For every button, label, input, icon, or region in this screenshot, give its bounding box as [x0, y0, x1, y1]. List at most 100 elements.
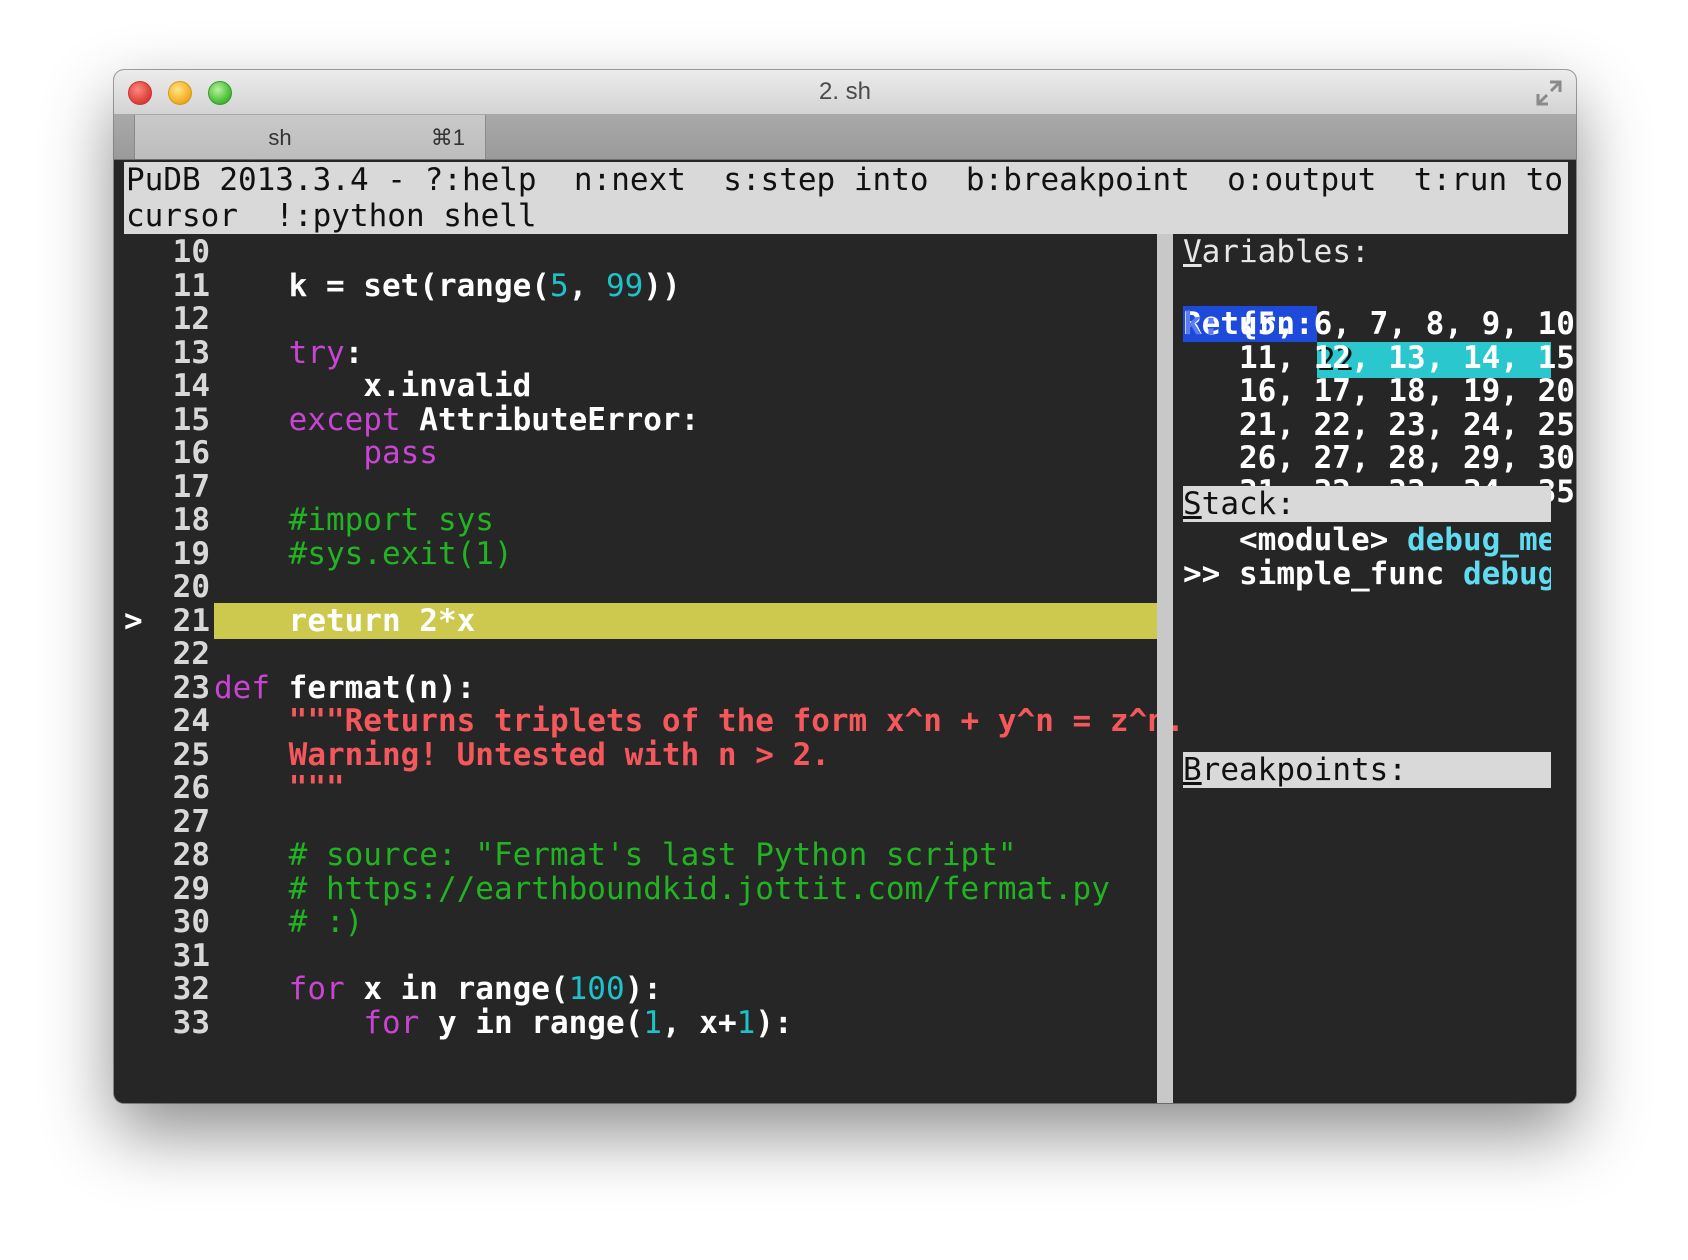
breakpoints-list[interactable]	[1183, 788, 1551, 1088]
line-number: 32	[172, 971, 210, 1007]
stack-frame[interactable]: >> simple_func debug_m	[1183, 556, 1551, 592]
code-line[interactable]: 29 # https://earthboundkid.jottit.com/fe…	[114, 871, 1157, 907]
line-source: for x in range(100):	[288, 971, 662, 1007]
frame-function: <module>	[1239, 522, 1389, 558]
code-line[interactable]: 10	[114, 234, 1157, 270]
code-line[interactable]: 31	[114, 938, 1157, 974]
line-source	[214, 938, 1157, 974]
line-source: k = set(range(5, 99))	[214, 267, 681, 304]
code-line[interactable]: 26 """	[114, 770, 1157, 806]
line-number: 12	[172, 301, 210, 337]
tab-sh[interactable]: sh ⌘1	[134, 115, 486, 159]
line-number: 25	[172, 736, 210, 773]
current-line-source: return 2*x	[214, 602, 1157, 639]
code-line[interactable]: 32 for x in range(100):	[114, 971, 1157, 1007]
code-line[interactable]: 17	[114, 469, 1157, 505]
pane-divider[interactable]	[1157, 234, 1173, 1103]
line-source: def fermat(n):	[214, 669, 476, 706]
code-line[interactable]: 14 x.invalid	[114, 368, 1157, 404]
line-number: 24	[172, 703, 210, 739]
code-line[interactable]: 22	[114, 636, 1157, 672]
frame-function: simple_func	[1239, 555, 1445, 592]
code-line[interactable]: 15 except AttributeError:	[114, 402, 1157, 438]
breakpoints-title: Breakpoints:	[1183, 752, 1551, 788]
frame-marker: >>	[1183, 555, 1221, 592]
code-line[interactable]: 28 # source: "Fermat's last Python scrip…	[114, 837, 1157, 873]
line-number: 28	[172, 837, 210, 873]
line-number: 20	[172, 569, 210, 605]
frame-marker	[1183, 522, 1220, 558]
terminal-window: 2. sh sh ⌘1 PuDB 2013.3.4 - ?:help n:nex…	[114, 70, 1576, 1103]
line-number: 13	[172, 334, 210, 371]
fullscreen-icon[interactable]	[1534, 78, 1564, 108]
terminal-content[interactable]: PuDB 2013.3.4 - ?:help n:next s:step int…	[114, 162, 1576, 1103]
code-line[interactable]: 33 for y in range(1, x+1):	[114, 1005, 1157, 1041]
line-source	[214, 804, 1157, 840]
line-source	[214, 569, 1157, 605]
line-source: for y in range(1, x+1):	[363, 1004, 793, 1041]
line-number: 15	[172, 401, 210, 438]
help-line-1: PuDB 2013.3.4 - ?:help n:next s:step int…	[126, 162, 1564, 198]
line-source: Warning! Untested with n > 2.	[214, 736, 830, 773]
line-source: #import sys	[288, 502, 494, 538]
variable-k-value-line: 26, 27, 28, 29, 30,	[1183, 440, 1576, 476]
line-source: # https://earthboundkid.jottit.com/ferma…	[288, 870, 1110, 907]
frame-file: debug_me.p	[1406, 522, 1551, 558]
stack-frame[interactable]: <module> debug_me.p	[1183, 522, 1551, 558]
line-source: except AttributeError:	[288, 401, 700, 438]
line-source	[214, 469, 1157, 505]
help-line-2: cursor !:python shell	[126, 198, 537, 234]
code-line[interactable]: 11 k = set(range(5, 99))	[114, 268, 1157, 304]
variable-k-value-line: 11, 12, 13, 14, 15,	[1183, 339, 1576, 376]
line-number: 26	[172, 770, 210, 806]
line-source	[214, 301, 1157, 337]
line-number: 27	[172, 803, 210, 840]
line-source: """Returns triplets of the form x^n + y^…	[214, 703, 1185, 739]
code-line[interactable]: >21 return 2*x	[114, 602, 1157, 639]
return-variable-row[interactable]: Return: 22	[1183, 270, 1551, 378]
title-bar[interactable]: 2. sh	[114, 70, 1576, 115]
code-line[interactable]: 19 #sys.exit(1)	[114, 536, 1157, 572]
line-source: #sys.exit(1)	[288, 535, 513, 572]
line-number: 23	[172, 669, 210, 706]
variable-k-value-line: 16, 17, 18, 19, 20,	[1183, 373, 1576, 409]
code-line[interactable]: 13 try:	[114, 335, 1157, 371]
variable-k-name: k:	[1183, 306, 1221, 342]
line-number: 10	[172, 234, 210, 270]
frame-file: debug_m	[1462, 555, 1551, 592]
variable-k-value-line: 21, 22, 23, 24, 25,	[1183, 406, 1576, 443]
window-title: 2. sh	[818, 78, 872, 105]
code-line[interactable]: 27	[114, 804, 1157, 840]
line-number: 18	[172, 502, 210, 538]
pudb-help-bar: PuDB 2013.3.4 - ?:help n:next s:step int…	[124, 162, 1568, 234]
source-code-view[interactable]: 10 11 k = set(range(5, 99)) 12 13 try: 14 x.…	[114, 234, 1185, 1103]
line-number: 31	[172, 937, 210, 974]
line-source	[214, 234, 1157, 270]
code-line[interactable]: 12	[114, 301, 1157, 337]
code-line[interactable]: 18 #import sys	[114, 502, 1157, 538]
code-line[interactable]: 30 # :)	[114, 904, 1157, 940]
line-number: 14	[172, 368, 210, 404]
line-source	[214, 636, 1157, 672]
line-number: 33	[172, 1004, 210, 1041]
side-panel: Variables: Return: 22 k: {5, 6, 7, 8, 9,…	[1173, 234, 1576, 1103]
tab-shortcut: ⌘1	[430, 125, 465, 150]
code-line[interactable]: 20	[114, 569, 1157, 605]
code-line[interactable]: 24 """Returns triplets of the form x^n +…	[114, 703, 1185, 739]
line-source: # source: "Fermat's last Python script"	[288, 837, 1017, 873]
tab-bar: sh ⌘1	[114, 115, 1576, 160]
line-source: try:	[288, 334, 364, 371]
code-line[interactable]: 16 pass	[114, 435, 1157, 471]
current-line-marker: >	[124, 602, 143, 639]
code-line[interactable]: 25 Warning! Untested with n > 2.	[114, 737, 1157, 773]
variables-title: Variables:	[1183, 234, 1551, 270]
tab-label: sh	[268, 125, 292, 150]
line-number: 29	[172, 870, 210, 907]
line-number: 16	[172, 435, 210, 471]
code-line[interactable]: 23 def fermat(n):	[114, 670, 1157, 706]
line-source: x.invalid	[214, 368, 532, 404]
line-number: 11	[172, 267, 210, 304]
line-number: 17	[172, 468, 210, 505]
line-number: 22	[172, 636, 210, 672]
line-number: 30	[172, 904, 210, 940]
